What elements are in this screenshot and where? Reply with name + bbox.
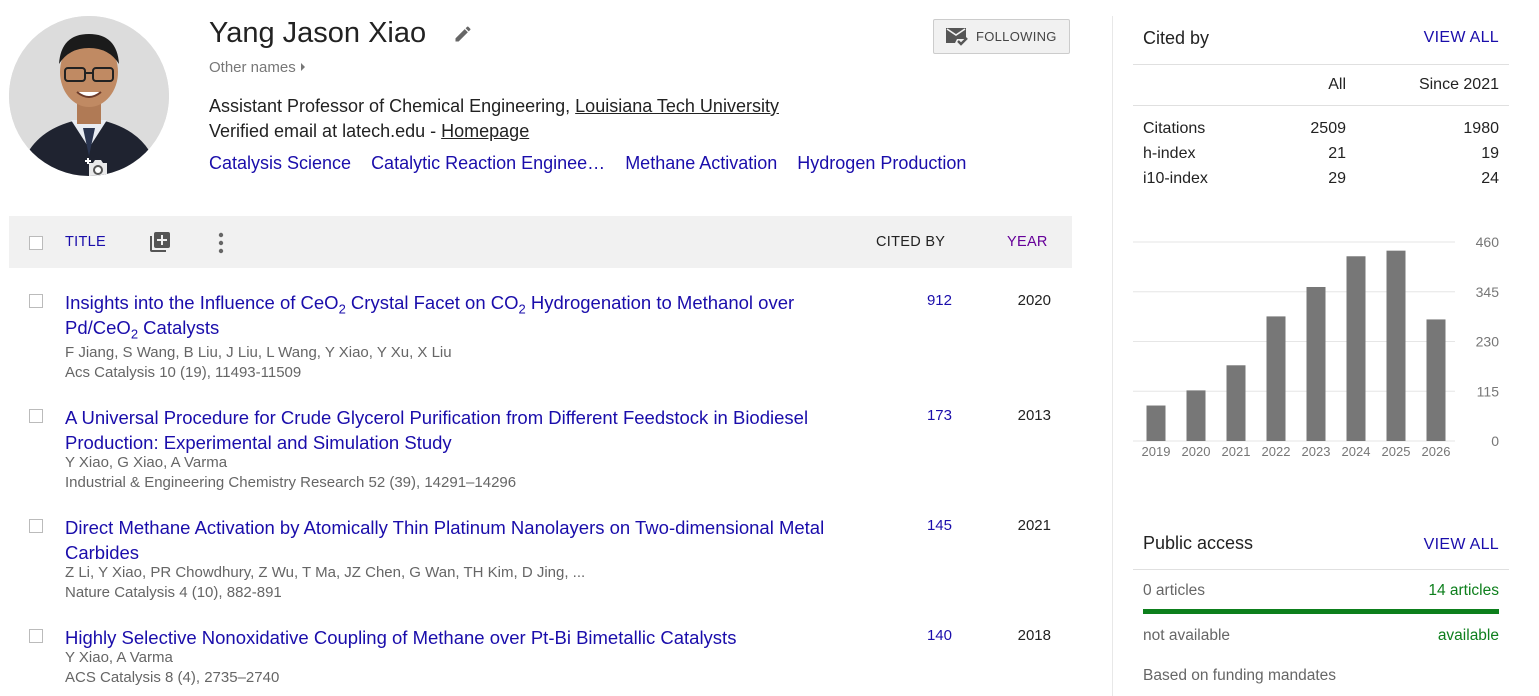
article-title[interactable]: A Universal Procedure for Crude Glycerol… [65, 405, 865, 455]
article-year: 2020 [1017, 292, 1051, 309]
chart-x-tick-label: 2024 [1342, 444, 1371, 459]
interest-link[interactable]: Hydrogen Production [797, 153, 966, 173]
article-venue: Nature Catalysis 4 (10), 882-891 [65, 584, 282, 601]
chart-x-tick-label: 2023 [1302, 444, 1331, 459]
article-year: 2021 [1017, 517, 1051, 534]
col-since-header: Since 2021 [1418, 76, 1499, 93]
column-divider [1112, 16, 1113, 696]
divider [1133, 569, 1509, 570]
chart-x-tick-label: 2020 [1182, 444, 1211, 459]
select-all-checkbox[interactable] [29, 236, 43, 250]
stat-since: 19 [1481, 145, 1499, 162]
public-access-view-all[interactable]: VIEW ALL [1424, 536, 1499, 554]
affiliation-link[interactable]: Louisiana Tech University [575, 96, 779, 116]
stat-since: 1980 [1463, 120, 1499, 137]
following-label: FOLLOWING [976, 29, 1057, 44]
stat-all: 21 [1328, 145, 1346, 162]
chart-x-tick-label: 2021 [1222, 444, 1251, 459]
chart-x-tick-label: 2019 [1142, 444, 1171, 459]
article-authors: F Jiang, S Wang, B Liu, J Liu, L Wang, Y… [65, 344, 452, 361]
chart-y-tick-label: 460 [1476, 234, 1500, 250]
research-interests: Catalysis Science Catalytic Reaction Engi… [209, 153, 986, 174]
article-cited-count[interactable]: 145 [927, 517, 952, 534]
chart-bar[interactable] [1266, 316, 1286, 441]
chart-x-tick-label: 2025 [1382, 444, 1411, 459]
sort-by-title[interactable]: TITLE [65, 234, 106, 250]
available-label: available [1437, 627, 1499, 644]
affiliation-text: Assistant Professor of Chemical Engineer… [209, 96, 576, 116]
cited-by-header[interactable]: CITED BY [876, 234, 945, 250]
chart-y-tick-label: 0 [1491, 433, 1499, 449]
interest-link[interactable]: Catalytic Reaction Enginee… [371, 153, 605, 173]
chart-x-tick-label: 2026 [1422, 444, 1451, 459]
article-venue: ACS Catalysis 8 (4), 2735–2740 [65, 669, 280, 686]
article-title[interactable]: Direct Methane Activation by Atomically … [65, 515, 865, 565]
col-all-header: All [1328, 76, 1346, 93]
article-checkbox[interactable] [29, 409, 43, 423]
more-vert-icon[interactable] [216, 231, 226, 255]
article-checkbox[interactable] [29, 294, 43, 308]
article-checkbox[interactable] [29, 629, 43, 643]
interest-link[interactable]: Methane Activation [625, 153, 777, 173]
divider [1133, 64, 1509, 65]
chart-bar[interactable] [1226, 365, 1246, 441]
chart-y-tick-label: 230 [1476, 334, 1500, 350]
article-authors: Y Xiao, G Xiao, A Varma [65, 454, 228, 471]
article-checkbox[interactable] [29, 519, 43, 533]
chart-y-tick-label: 115 [1477, 383, 1500, 399]
article-authors: Z Li, Y Xiao, PR Chowdhury, Z Wu, T Ma, … [65, 564, 586, 581]
article-year: 2013 [1017, 407, 1051, 424]
stat-since: 24 [1481, 170, 1499, 187]
funding-mandates-note[interactable]: Based on funding mandates [1143, 667, 1336, 685]
profile-photo[interactable] [9, 16, 169, 176]
other-names-label: Other names [209, 59, 296, 76]
chart-x-tick-label: 2022 [1262, 444, 1291, 459]
stat-label: Citations [1143, 120, 1206, 137]
email-line: Verified email at latech.edu - Homepage [209, 121, 529, 142]
article-venue: Industrial & Engineering Chemistry Resea… [65, 474, 517, 491]
email-text: Verified email at latech.edu - [209, 121, 442, 141]
citations-chart: 460 345 230 115 0 2019 2020 2021 2022 2023 2024 202… [1133, 234, 1500, 459]
chart-bar[interactable] [1306, 286, 1326, 441]
profile-name: Yang Jason Xiao [209, 17, 427, 49]
stat-all: 2509 [1310, 120, 1346, 137]
homepage-link[interactable]: Homepage [441, 121, 529, 141]
article-title[interactable]: Highly Selective Nonoxidative Coupling o… [65, 625, 865, 650]
stat-label: i10-index [1143, 170, 1208, 187]
camera-icon[interactable] [85, 157, 111, 176]
chart-bar[interactable] [1426, 319, 1446, 441]
article-authors: Y Xiao, A Varma [65, 649, 173, 666]
interest-link[interactable]: Catalysis Science [209, 153, 351, 173]
mail-check-icon [946, 27, 968, 46]
other-names-toggle[interactable]: Other names [209, 59, 305, 76]
public-access-bar [1143, 609, 1499, 614]
article-cited-count[interactable]: 173 [927, 407, 952, 424]
chart-bar[interactable] [1346, 256, 1366, 441]
cited-by-title: Cited by [1143, 28, 1210, 48]
available-count[interactable]: 14 articles [1428, 582, 1499, 600]
chart-bar[interactable] [1386, 250, 1406, 441]
stat-all: 29 [1328, 170, 1346, 187]
article-venue: Acs Catalysis 10 (19), 11493-11509 [65, 364, 302, 381]
cited-by-view-all[interactable]: VIEW ALL [1424, 29, 1499, 47]
not-available-label: not available [1143, 627, 1231, 644]
article-cited-count[interactable]: 140 [927, 627, 952, 644]
not-available-count[interactable]: 0 articles [1143, 582, 1205, 600]
stat-label: h-index [1143, 145, 1196, 162]
article-title[interactable]: Insights into the Influence of CeO2 Crys… [65, 290, 865, 341]
chart-bar[interactable] [1146, 405, 1166, 441]
chart-bar[interactable] [1186, 390, 1206, 441]
triangle-right-icon [300, 63, 305, 71]
public-access-title: Public access [1143, 533, 1254, 553]
add-article-icon[interactable] [148, 230, 172, 254]
article-cited-count[interactable]: 912 [927, 292, 952, 309]
affiliation: Assistant Professor of Chemical Engineer… [209, 96, 779, 117]
chart-y-tick-label: 345 [1476, 284, 1500, 300]
sort-by-year[interactable]: YEAR [1007, 234, 1048, 250]
articles-table-header: TITLE CITED BY YEAR [9, 216, 1072, 268]
article-year: 2018 [1017, 627, 1051, 644]
pencil-icon[interactable] [453, 24, 473, 44]
divider [1133, 105, 1509, 106]
following-button[interactable]: FOLLOWING [933, 19, 1070, 54]
